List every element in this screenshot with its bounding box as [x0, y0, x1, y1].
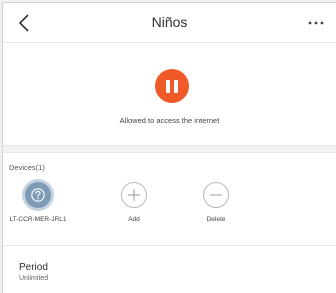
devices-section: Devices(1) LT-CCR-MER-JRL1 Add Delete [3, 153, 336, 245]
pause-internet-button[interactable] [155, 69, 189, 103]
add-device-circle [121, 182, 147, 208]
device-item[interactable]: LT-CCR-MER-JRL1 [3, 182, 73, 223]
delete-label: Delete [206, 216, 226, 223]
app-window: Niños Allowed to access the internet Dev… [2, 2, 336, 293]
period-row[interactable]: Period Unlimited [3, 246, 336, 293]
delete-device-circle [203, 182, 229, 208]
plus-icon [128, 189, 140, 201]
device-label: LT-CCR-MER-JRL1 [9, 216, 67, 223]
section-divider [3, 145, 336, 153]
devices-heading: Devices(1) [9, 163, 45, 172]
device-avatar [25, 182, 51, 208]
more-options-button[interactable] [304, 13, 328, 33]
minus-icon [210, 194, 222, 196]
period-value: Unlimited [19, 275, 49, 282]
page-title: Niños [151, 14, 188, 30]
add-device-button[interactable]: Add [99, 182, 169, 223]
internet-status-panel: Allowed to access the internet [3, 44, 336, 145]
internet-status-text: Allowed to access the internet [119, 116, 220, 125]
pause-icon-bar-left [166, 79, 170, 93]
top-bar: Niños [3, 3, 336, 43]
add-label: Add [128, 216, 140, 223]
pause-icon [164, 79, 180, 93]
period-label: Period [19, 262, 48, 273]
more-horizontal-icon [308, 21, 324, 25]
pause-icon-bar-right [174, 79, 178, 93]
question-mark-icon [31, 188, 45, 202]
delete-device-button[interactable]: Delete [181, 182, 251, 223]
